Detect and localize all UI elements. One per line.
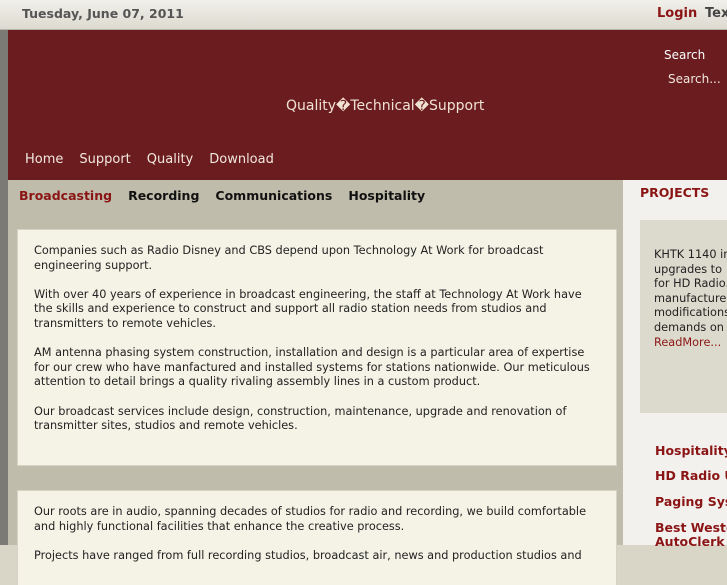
project-teaser-box: KHTK 1140 in upgrades to for HD Radio. m…: [640, 220, 727, 413]
top-bar: Tuesday, June 07, 2011 Login Text: [0, 0, 727, 30]
teaser-line: for HD Radio.: [654, 277, 727, 291]
teaser-line: demands on: [654, 320, 724, 334]
tab-hospitality[interactable]: Hospitality: [348, 188, 425, 203]
paragraph: AM antenna phasing system construction, …: [34, 346, 590, 389]
broadcasting-text-box: Companies such as Radio Disney and CBS d…: [18, 230, 616, 465]
main-nav: Home Support Quality Download: [25, 152, 290, 167]
read-more-link[interactable]: ReadMore...: [654, 336, 727, 351]
site-slogan: Quality�Technical�Support: [286, 98, 485, 114]
project-link-hospitality[interactable]: Hospitality: [655, 443, 727, 458]
login-link[interactable]: Login: [657, 6, 697, 21]
projects-heading: PROJECTS: [640, 185, 710, 200]
nav-quality[interactable]: Quality: [147, 152, 193, 167]
recording-text-box: Our roots are in audio, spanning decades…: [18, 491, 616, 585]
project-link-paging[interactable]: Paging Sys: [655, 494, 727, 509]
project-teaser-text: KHTK 1140 in upgrades to for HD Radio. m…: [654, 248, 727, 350]
tab-recording[interactable]: Recording: [128, 188, 199, 203]
tab-communications[interactable]: Communications: [215, 188, 332, 203]
text-size-link[interactable]: Text: [705, 6, 727, 21]
teaser-line: manufacture: [654, 291, 727, 305]
project-link-best-western[interactable]: Best Weste: [655, 520, 727, 535]
paragraph: Our roots are in audio, spanning decades…: [34, 505, 587, 533]
project-link-autoclerk[interactable]: AutoClerk: [655, 534, 725, 549]
teaser-line: modifications: [654, 306, 727, 320]
left-edge-strip: [0, 30, 8, 545]
nav-home[interactable]: Home: [25, 152, 63, 167]
current-date: Tuesday, June 07, 2011: [22, 6, 184, 21]
search-label: Search: [664, 48, 706, 62]
tab-broadcasting[interactable]: Broadcasting: [19, 188, 112, 203]
nav-download[interactable]: Download: [209, 152, 274, 167]
paragraph: Projects have ranged from full recording…: [34, 548, 582, 562]
nav-support[interactable]: Support: [79, 152, 130, 167]
teaser-line: KHTK 1140 in: [654, 248, 727, 261]
paragraph: Our broadcast services include design, c…: [34, 404, 567, 433]
paragraph: Companies such as Radio Disney and CBS d…: [34, 244, 544, 272]
project-link-hd-radio[interactable]: HD Radio U: [655, 468, 727, 483]
search-input[interactable]: [664, 70, 727, 88]
teaser-line: upgrades to: [654, 262, 723, 276]
paragraph: With over 40 years of experience in broa…: [34, 287, 582, 330]
sub-nav: Broadcasting Recording Communications Hospi…: [19, 188, 441, 203]
